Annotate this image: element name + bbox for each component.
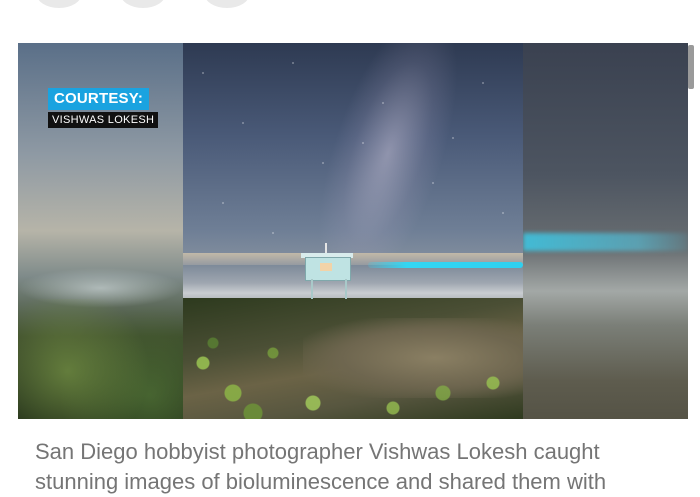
scrollbar[interactable] [688,45,694,89]
badge-name: VISHWAS LOKESH [48,112,159,128]
top-bar-button[interactable] [204,0,250,8]
star-field [183,43,523,258]
bioluminescent-wave [368,262,523,268]
video-player[interactable]: COURTESY: VISHWAS LOKESH [18,43,688,419]
top-bar-button[interactable] [36,0,82,8]
badge-title: COURTESY: [48,88,150,110]
top-bar-button[interactable] [120,0,166,8]
shrubs [183,323,523,419]
article-caption: San Diego hobbyist photographer Vishwas … [35,439,607,494]
bioluminescence-photo [183,43,523,419]
tower-door [320,263,332,271]
lifeguard-tower [301,243,353,303]
blurred-plants [18,299,183,419]
blurred-wave-glow [523,233,688,251]
courtesy-badge: COURTESY: VISHWAS LOKESH [48,88,159,128]
tower-legs [311,279,347,299]
blurred-background-right [523,43,688,419]
